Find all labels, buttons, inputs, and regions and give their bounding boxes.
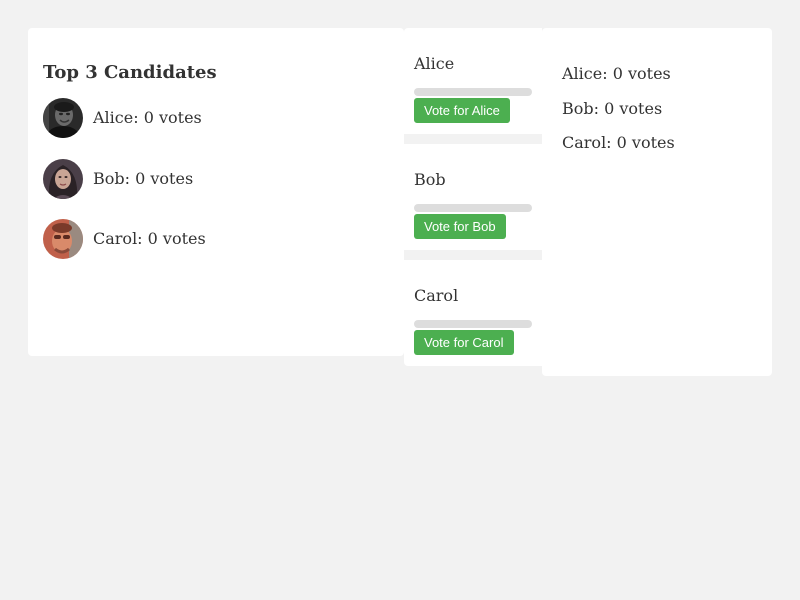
avatar-carol: [43, 219, 83, 259]
leaderboard-item-text: Alice: 0 votes: [93, 108, 202, 127]
vote-card-bob: Bob Vote for Bob: [404, 144, 542, 250]
leaderboard-item-text: Bob: 0 votes: [93, 168, 194, 188]
vote-bob-button[interactable]: Vote for Bob: [414, 214, 506, 239]
leaderboard-panel: Top 3 Candidates Alice: 0 votes Bob: 0 v…: [28, 28, 404, 356]
vote-alice-button[interactable]: Vote for Alice: [414, 98, 510, 123]
avatar-alice: [43, 98, 83, 138]
vote-carol-button[interactable]: Vote for Carol: [414, 330, 514, 355]
tally-line: Bob: 0 votes: [562, 98, 663, 118]
vote-card-alice: Alice Vote for Alice: [404, 28, 542, 134]
vote-card-name: Bob: [414, 170, 446, 189]
tally-line: Alice: 0 votes: [562, 64, 671, 83]
leaderboard-item: Carol: 0 votes: [43, 219, 389, 259]
vote-card-name: Carol: [414, 286, 459, 305]
vote-card-carol: Carol Vote for Carol: [404, 260, 542, 366]
vote-progress-bar: [414, 204, 532, 212]
leaderboard-title: Top 3 Candidates: [43, 62, 217, 83]
vote-progress-bar: [414, 320, 532, 328]
tally-panel: Alice: 0 votes Bob: 0 votes Carol: 0 vot…: [542, 28, 772, 376]
voting-column: Alice Vote for Alice Bob Vote for Bob Ca…: [404, 28, 542, 366]
tally-line: Carol: 0 votes: [562, 133, 675, 152]
vote-card-name: Alice: [414, 54, 455, 73]
leaderboard-item-text: Carol: 0 votes: [93, 229, 206, 248]
leaderboard-item: Alice: 0 votes: [43, 98, 389, 138]
vote-progress-bar: [414, 88, 532, 96]
avatar-bob: [43, 158, 83, 199]
leaderboard-item: Bob: 0 votes: [43, 158, 389, 199]
